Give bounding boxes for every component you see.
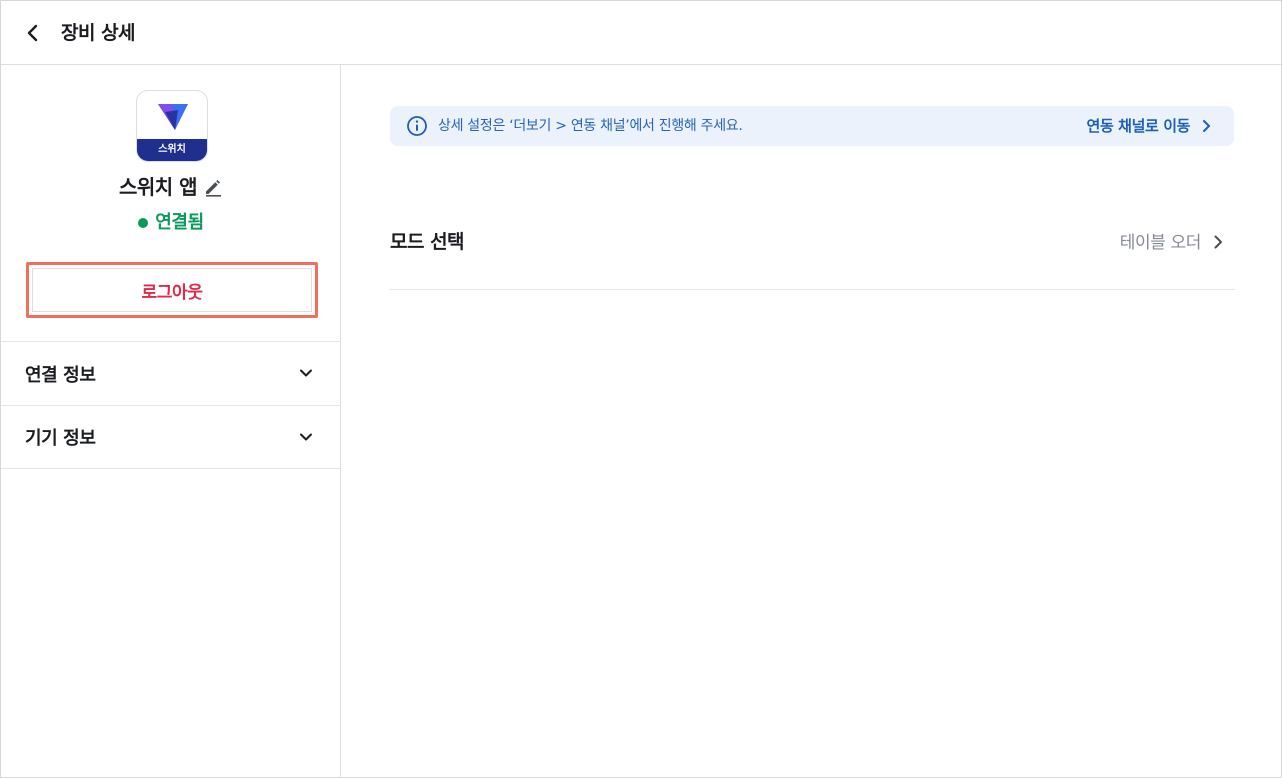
mode-select-row[interactable]: 모드 선택 테이블 오더 (390, 195, 1235, 290)
chevron-left-icon (27, 24, 38, 42)
chevron-down-icon (300, 369, 312, 377)
logout-label: 로그아웃 (141, 282, 203, 303)
notice-text: 상세 설정은 ‘더보기 > 연동 채널’에서 진행해 주세요. (438, 118, 743, 134)
device-detail-window: 장비 상세 스위치 스위치 앱 연결됨 로그아웃 연결 정보 기기 정보 상세 … (0, 0, 1282, 778)
accordion-device-info[interactable]: 기기 정보 (1, 405, 341, 469)
accordion-label: 연결 정보 (25, 364, 96, 386)
edit-name-button[interactable] (203, 177, 223, 197)
device-name-row: 스위치 앱 (1, 173, 341, 201)
app-icon: 스위치 (136, 90, 208, 162)
app-icon-label: 스위치 (137, 139, 207, 161)
header: 장비 상세 (1, 1, 1281, 65)
chevron-down-icon (300, 433, 312, 441)
info-icon (407, 116, 427, 136)
logout-button[interactable]: 로그아웃 (26, 262, 318, 318)
status-dot-icon (138, 218, 149, 228)
page-title: 장비 상세 (61, 22, 136, 44)
back-button[interactable] (21, 21, 45, 45)
mode-select-label: 모드 선택 (390, 231, 465, 253)
settings-notice-banner: 상세 설정은 ‘더보기 > 연동 채널’에서 진행해 주세요. 연동 채널로 이… (390, 106, 1234, 146)
status-text: 연결됨 (155, 212, 204, 233)
device-summary-panel: 스위치 스위치 앱 연결됨 로그아웃 연결 정보 기기 정보 (1, 65, 341, 777)
go-to-channel-label: 연동 채널로 이동 (1086, 117, 1191, 135)
chevron-right-icon (1203, 120, 1210, 132)
pencil-icon (206, 180, 222, 197)
mode-select-value: 테이블 오더 (1119, 233, 1202, 253)
accordion-label: 기기 정보 (25, 428, 96, 449)
accordion-connection-info[interactable]: 연결 정보 (1, 341, 341, 405)
connection-status: 연결됨 (1, 210, 341, 236)
device-name: 스위치 앱 (118, 175, 198, 199)
go-to-channel-link[interactable]: 연동 채널로 이동 (1087, 115, 1214, 137)
chevron-right-icon (1214, 235, 1222, 249)
switch-logo-icon (158, 104, 188, 130)
